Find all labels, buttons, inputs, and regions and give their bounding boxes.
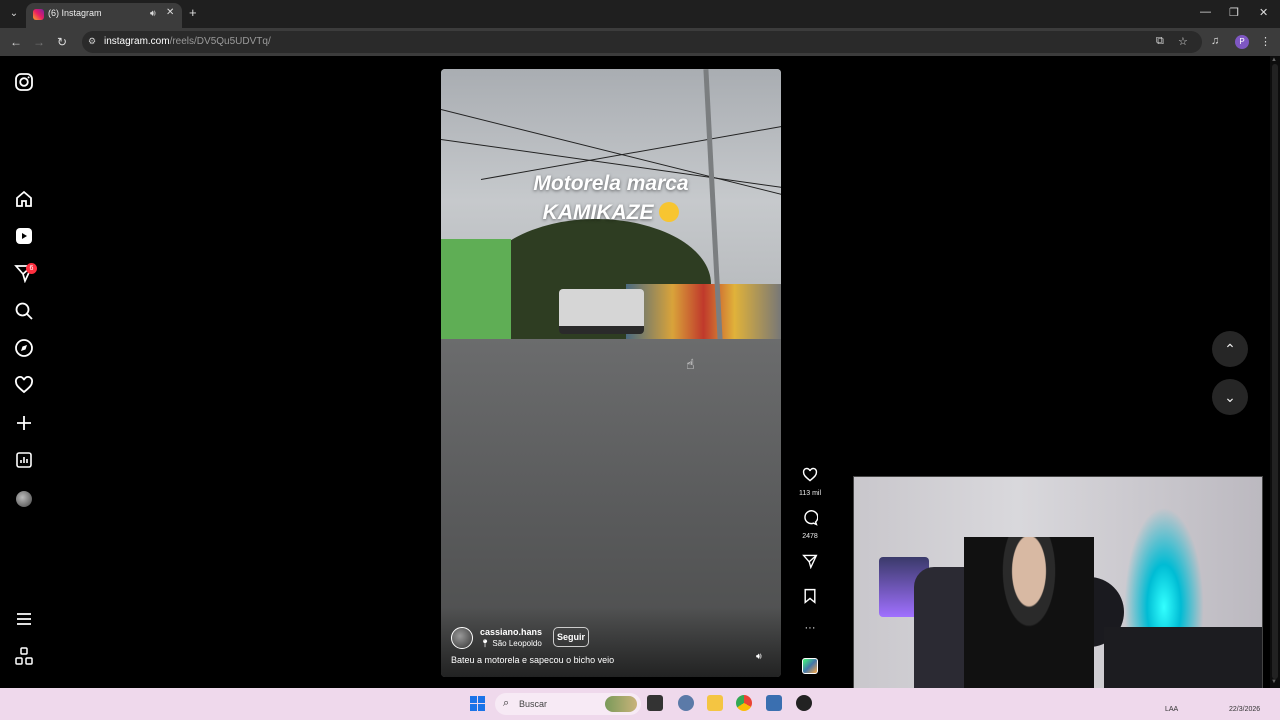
search-highlight-image <box>605 696 637 712</box>
install-app-icon[interactable]: ⧉ <box>1156 35 1164 48</box>
start-tile <box>470 696 477 703</box>
minimize-button[interactable]: — <box>1200 6 1211 18</box>
bookmark-star-icon[interactable]: ☆ <box>1178 35 1188 48</box>
volume-icon[interactable]: 🔊︎ <box>756 651 762 662</box>
notification-badge: 6 <box>26 263 37 274</box>
url-text[interactable]: instagram.com/reels/DV5Qu5UDVTq/ <box>104 36 271 47</box>
tab-search-button[interactable]: ⌄ <box>6 6 22 22</box>
like-button[interactable]: 113 mil <box>798 467 822 497</box>
like-count: 113 mil <box>798 490 822 497</box>
obs-app-icon[interactable] <box>796 695 812 711</box>
url-path: /reels/DV5Qu5UDVTq/ <box>169 36 271 47</box>
start-tile <box>478 704 485 711</box>
instagram-favicon-icon <box>33 9 44 20</box>
location-text: São Leopoldo <box>492 639 542 648</box>
caption-line-2: KAMIKAZE <box>542 201 654 224</box>
taskbar-search[interactable]: ⌕ Buscar <box>495 693 641 715</box>
dashboard-icon[interactable] <box>14 450 34 470</box>
taskbar-search-icon: ⌕ <box>503 697 510 709</box>
share-icon <box>802 554 818 570</box>
home-icon[interactable] <box>14 189 34 209</box>
follow-button[interactable]: Seguir <box>553 627 589 647</box>
tab-close-icon[interactable]: ✕ <box>166 7 174 18</box>
bookmark-icon <box>804 588 816 604</box>
caption-line-1: Motorela marca <box>533 172 689 195</box>
site-info-icon[interactable]: ⚙ <box>88 36 96 47</box>
author-avatar[interactable] <box>451 627 473 649</box>
taskbar-search-placeholder: Buscar <box>519 699 548 709</box>
file-explorer-icon[interactable] <box>707 695 723 711</box>
profile-avatar[interactable] <box>16 491 32 507</box>
comment-count: 2478 <box>802 533 818 540</box>
location-label[interactable]: 📍︎ São Leopoldo <box>480 639 542 648</box>
sidebar: 6 <box>0 56 48 688</box>
start-tile <box>478 696 485 703</box>
chrome-app-icon[interactable] <box>736 695 752 711</box>
streamer <box>964 537 1094 705</box>
heart-icon <box>802 467 818 482</box>
scroll-up-arrow[interactable]: ▲ <box>1271 57 1277 63</box>
next-reel-button[interactable]: ⌄ <box>1212 379 1248 415</box>
address-bar[interactable]: ⚙ instagram.com/reels/DV5Qu5UDVTq/ <box>82 31 1202 53</box>
explore-icon[interactable] <box>14 338 34 358</box>
reload-icon[interactable]: ↻ <box>57 35 67 49</box>
share-button[interactable] <box>798 553 822 574</box>
restore-button[interactable]: ❐ <box>1229 6 1239 19</box>
video-building <box>441 239 511 354</box>
app-window-icon[interactable] <box>766 695 782 711</box>
forward-icon[interactable]: → <box>33 35 45 49</box>
laughing-emoji-icon <box>659 202 680 222</box>
more-options-button[interactable]: ··· <box>798 622 822 634</box>
tab-title: (6) Instagram <box>48 8 102 18</box>
menu-icon[interactable] <box>14 609 34 629</box>
reel-description[interactable]: Bateu a motorela e sapecou o bicho veio <box>451 655 614 665</box>
search-icon[interactable] <box>14 301 34 321</box>
reels-icon[interactable] <box>14 226 34 246</box>
comment-icon <box>804 510 819 526</box>
browser-toolbar: ← → ↻ ⚙ instagram.com/reels/DV5Qu5UDVTq/… <box>0 28 1280 56</box>
start-tile <box>470 704 477 711</box>
save-button[interactable] <box>798 588 822 609</box>
tray-language[interactable]: LAA <box>1165 706 1178 713</box>
settings-app-icon[interactable] <box>678 695 694 711</box>
tray-date[interactable]: 22/3/2026 <box>1229 706 1260 713</box>
media-controls-icon[interactable]: ♫ <box>1211 35 1219 47</box>
windows-start-icon[interactable] <box>470 696 485 711</box>
new-tab-button[interactable]: + <box>189 5 197 20</box>
instagram-logo-icon[interactable] <box>14 72 34 92</box>
previous-reel-button[interactable]: ⌃ <box>1212 331 1248 367</box>
browser-tab-strip: ⌄ (6) Instagram 🔊︎ ✕ + — ❐ ✕ <box>0 0 1280 28</box>
reel-video[interactable]: Motorela marca KAMIKAZE cassiano.hans 📍︎… <box>441 69 781 677</box>
chrome-menu-icon[interactable]: ⋮ <box>1260 35 1271 48</box>
url-host: instagram.com <box>104 36 170 47</box>
notifications-icon[interactable] <box>14 375 34 395</box>
author-username[interactable]: cassiano.hans <box>480 627 542 637</box>
hand-cursor-icon: ☝︎ <box>686 356 695 372</box>
webcam-overlay <box>853 476 1263 706</box>
task-view-icon[interactable] <box>647 695 663 711</box>
back-icon[interactable]: ← <box>10 35 22 49</box>
original-audio-thumbnail[interactable] <box>802 658 818 674</box>
profile-avatar-chrome[interactable]: P <box>1235 35 1249 49</box>
video-bus <box>559 289 644 334</box>
tab-instagram[interactable]: (6) Instagram 🔊︎ ✕ <box>26 3 182 28</box>
also-from-meta-icon[interactable] <box>14 646 34 666</box>
scrollbar-thumb[interactable] <box>1272 64 1278 679</box>
caption-line-2-wrap: KAMIKAZE <box>441 198 781 227</box>
scroll-down-arrow[interactable]: ▼ <box>1271 679 1277 685</box>
comment-button[interactable]: 2478 <box>798 510 822 540</box>
tab-audio-icon[interactable]: 🔊︎ <box>150 8 156 19</box>
close-window-button[interactable]: ✕ <box>1259 6 1268 19</box>
reel-caption-overlay: Motorela marca KAMIKAZE <box>441 169 781 227</box>
create-icon[interactable] <box>14 413 34 433</box>
